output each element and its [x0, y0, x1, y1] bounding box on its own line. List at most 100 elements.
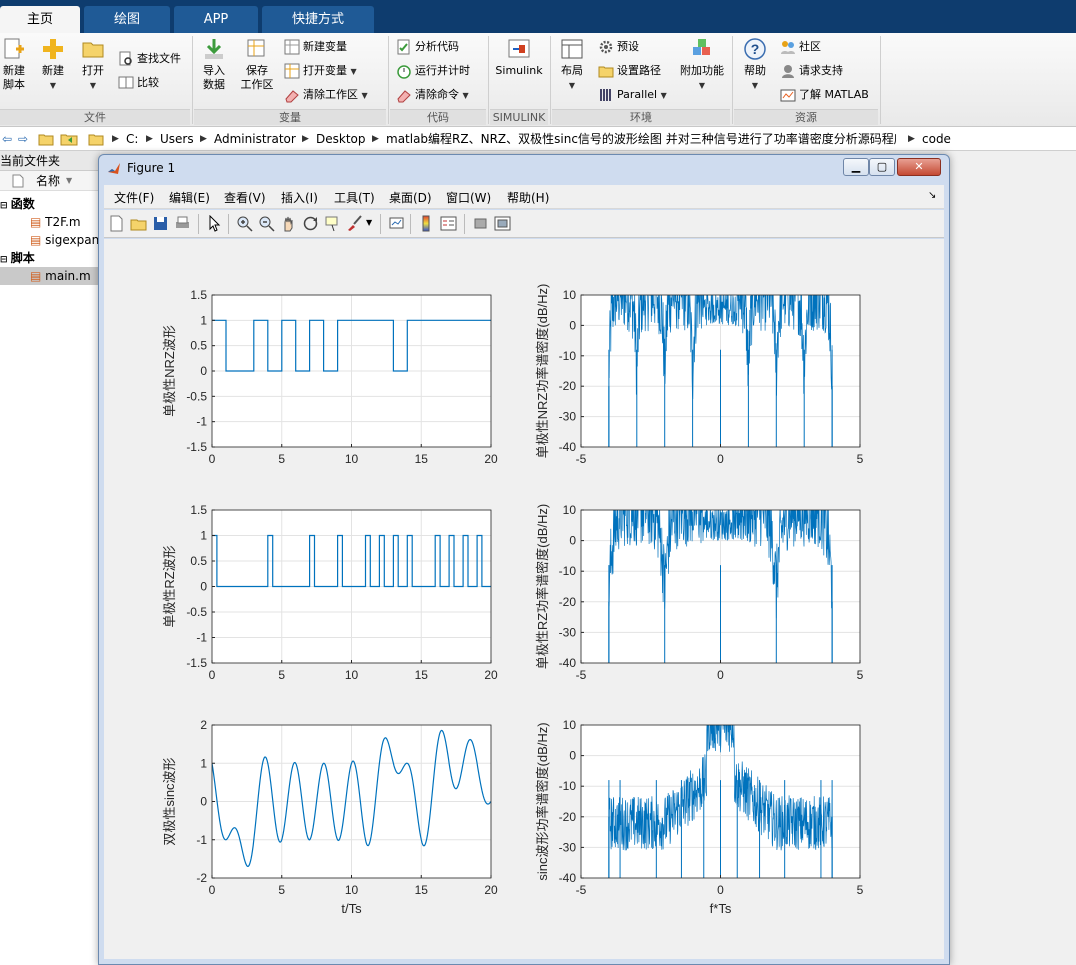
axes-nrz-wave: 0 5 10 15 20 -1.5 -1 -0.5 0 0.5 1 1.5 单极性NRZ波形 — [162, 288, 498, 466]
crumb-users[interactable]: Users — [160, 130, 194, 148]
clear-workspace-button[interactable]: 清除工作区 ▼ — [284, 85, 368, 105]
minimize-button[interactable]: ▁ — [843, 158, 869, 176]
file-list-header[interactable]: 名称 ▼ — [0, 171, 100, 191]
menu-insert[interactable]: 插入(I) — [281, 189, 318, 206]
link-plot-icon[interactable] — [388, 215, 405, 232]
current-folder-title: 当前文件夹 — [0, 151, 100, 171]
find-files-button[interactable]: 查找文件 — [118, 49, 181, 69]
layout-label: 布局 — [561, 64, 583, 77]
y-tick-label: 1 — [200, 529, 207, 543]
open-file-icon[interactable] — [130, 215, 147, 232]
tab-apps[interactable]: APP — [174, 6, 258, 33]
tree-group-functions[interactable]: ⊟ 函数 — [0, 195, 35, 213]
import-icon — [205, 39, 223, 59]
parallel-button[interactable]: Parallel ▼ — [598, 85, 667, 105]
add-ons-button[interactable]: 附加功能 ▼ — [678, 37, 726, 93]
axes-nrz-psd: -5 0 5 -40 -30 -20 -10 0 10 单极性NRZ功率谱密度(dB/Hz) — [535, 284, 864, 466]
pointer-icon[interactable] — [206, 215, 223, 232]
learn-matlab-button[interactable]: 了解 MATLAB — [780, 85, 869, 105]
menu-window[interactable]: 窗口(W) — [446, 189, 491, 206]
preferences-button[interactable]: 预设 — [598, 37, 639, 57]
dock-arrow-icon[interactable]: ↘ — [928, 190, 936, 201]
menu-desktop[interactable]: 桌面(D) — [389, 189, 432, 206]
simulink-button[interactable]: Simulink — [494, 37, 544, 78]
tab-home[interactable]: 主页 — [0, 6, 80, 33]
tab-shortcuts[interactable]: 快捷方式 — [262, 6, 374, 33]
y-tick-label: -30 — [559, 625, 577, 639]
run-and-time-button[interactable]: 运行并计时 — [396, 61, 470, 81]
brush-dropdown-icon[interactable]: ▼ — [366, 218, 372, 227]
y-tick-label: 2 — [200, 718, 207, 732]
ribbon-separator — [488, 36, 489, 124]
up-folder-icon[interactable] — [38, 131, 54, 147]
y-tick-label: 10 — [563, 288, 577, 302]
menu-help[interactable]: 帮助(H) — [507, 189, 549, 206]
import-data-button[interactable]: 导入 数据 — [198, 37, 230, 92]
zoom-out-icon[interactable] — [258, 215, 275, 232]
chevron-right-icon: ▶ — [908, 134, 915, 144]
people-icon — [781, 41, 795, 54]
clear-commands-button[interactable]: 清除命令 ▼ — [396, 85, 469, 105]
compare-button[interactable]: 比较 — [118, 73, 159, 93]
y-tick-label: -40 — [559, 440, 577, 454]
data-cursor-icon[interactable] — [324, 215, 341, 232]
folder-icon — [598, 66, 614, 78]
figure-titlebar[interactable]: Figure 1 ▁ ▢ ✕ — [99, 155, 949, 183]
set-path-button[interactable]: 设置路径 — [598, 61, 661, 81]
legend-icon[interactable] — [440, 215, 457, 232]
close-button[interactable]: ✕ — [897, 158, 941, 176]
back-arrow-icon[interactable]: ⇦ — [2, 130, 12, 148]
group-resources-label: 资源 — [734, 109, 878, 125]
zoom-in-icon[interactable] — [236, 215, 253, 232]
pan-hand-icon[interactable] — [280, 215, 297, 232]
request-support-button[interactable]: 请求支持 — [780, 61, 843, 81]
help-label: 帮助 — [744, 64, 766, 77]
save-workspace-button[interactable]: 保存 工作区 — [238, 37, 276, 92]
analyze-code-button[interactable]: 分析代码 — [396, 37, 459, 57]
x-tick-label: 0 — [717, 452, 724, 466]
show-plot-tools-icon[interactable] — [494, 215, 511, 232]
forward-arrow-icon[interactable]: ⇨ — [18, 130, 28, 148]
community-button[interactable]: 社区 — [780, 37, 821, 57]
tree-group-scripts[interactable]: ⊟ 脚本 — [0, 249, 35, 267]
crumb-drive[interactable]: C: — [126, 130, 138, 148]
brush-icon[interactable] — [346, 215, 363, 232]
file-item-selected[interactable]: ▤ main.m — [0, 267, 100, 285]
add-ons-label: 附加功能 — [680, 64, 724, 77]
print-icon[interactable] — [174, 215, 191, 232]
new-button[interactable]: 新建 ▼ — [36, 37, 70, 93]
help-button[interactable]: ? 帮助 ▼ — [738, 37, 772, 93]
crumb-desktop[interactable]: Desktop — [316, 130, 366, 148]
file-item[interactable]: ▤ sigexpan — [30, 231, 99, 249]
browse-folder-icon[interactable] — [60, 131, 78, 147]
open-variable-button[interactable]: 打开变量 ▼ — [284, 61, 357, 81]
menu-tools[interactable]: 工具(T) — [334, 189, 375, 206]
x-tick-label: 20 — [484, 883, 498, 897]
menu-file[interactable]: 文件(F) — [114, 189, 154, 206]
layout-button[interactable]: 布局 ▼ — [556, 37, 588, 93]
tab-plots[interactable]: 绘图 — [84, 6, 170, 33]
colorbar-icon[interactable] — [418, 215, 435, 232]
menu-view[interactable]: 查看(V) — [224, 189, 266, 206]
figure-menubar: 文件(F) 编辑(E) 查看(V) 插入(I) 工具(T) 桌面(D) 窗口(W… — [104, 185, 944, 209]
analyze-icon — [397, 39, 410, 55]
new-script-button[interactable]: 新建 脚本 — [0, 37, 28, 92]
group-code-label: 代码 — [390, 109, 486, 125]
crumb-administrator[interactable]: Administrator — [214, 130, 296, 148]
grid-icon — [284, 63, 300, 79]
new-figure-icon[interactable] — [108, 215, 125, 232]
y-axis-label: 单极性RZ波形 — [162, 545, 177, 627]
crumb-project-folder[interactable]: matlab编程RZ、NRZ、双极性sinc信号的波形绘图 并对三种信号进行了功… — [386, 130, 896, 148]
rotate-3d-icon[interactable] — [302, 215, 319, 232]
save-icon[interactable] — [152, 215, 169, 232]
file-item[interactable]: ▤ T2F.m — [30, 213, 81, 231]
menu-edit[interactable]: 编辑(E) — [169, 189, 210, 206]
y-tick-label: 10 — [563, 718, 577, 732]
open-button[interactable]: 打开 ▼ — [76, 37, 110, 93]
set-path-label: 设置路径 — [617, 64, 661, 77]
crumb-code[interactable]: code — [922, 130, 951, 148]
x-tick-label: 0 — [717, 668, 724, 682]
hide-plot-tools-icon[interactable] — [472, 215, 489, 232]
new-variable-button[interactable]: 新建变量 — [284, 37, 347, 57]
maximize-button[interactable]: ▢ — [869, 158, 895, 176]
